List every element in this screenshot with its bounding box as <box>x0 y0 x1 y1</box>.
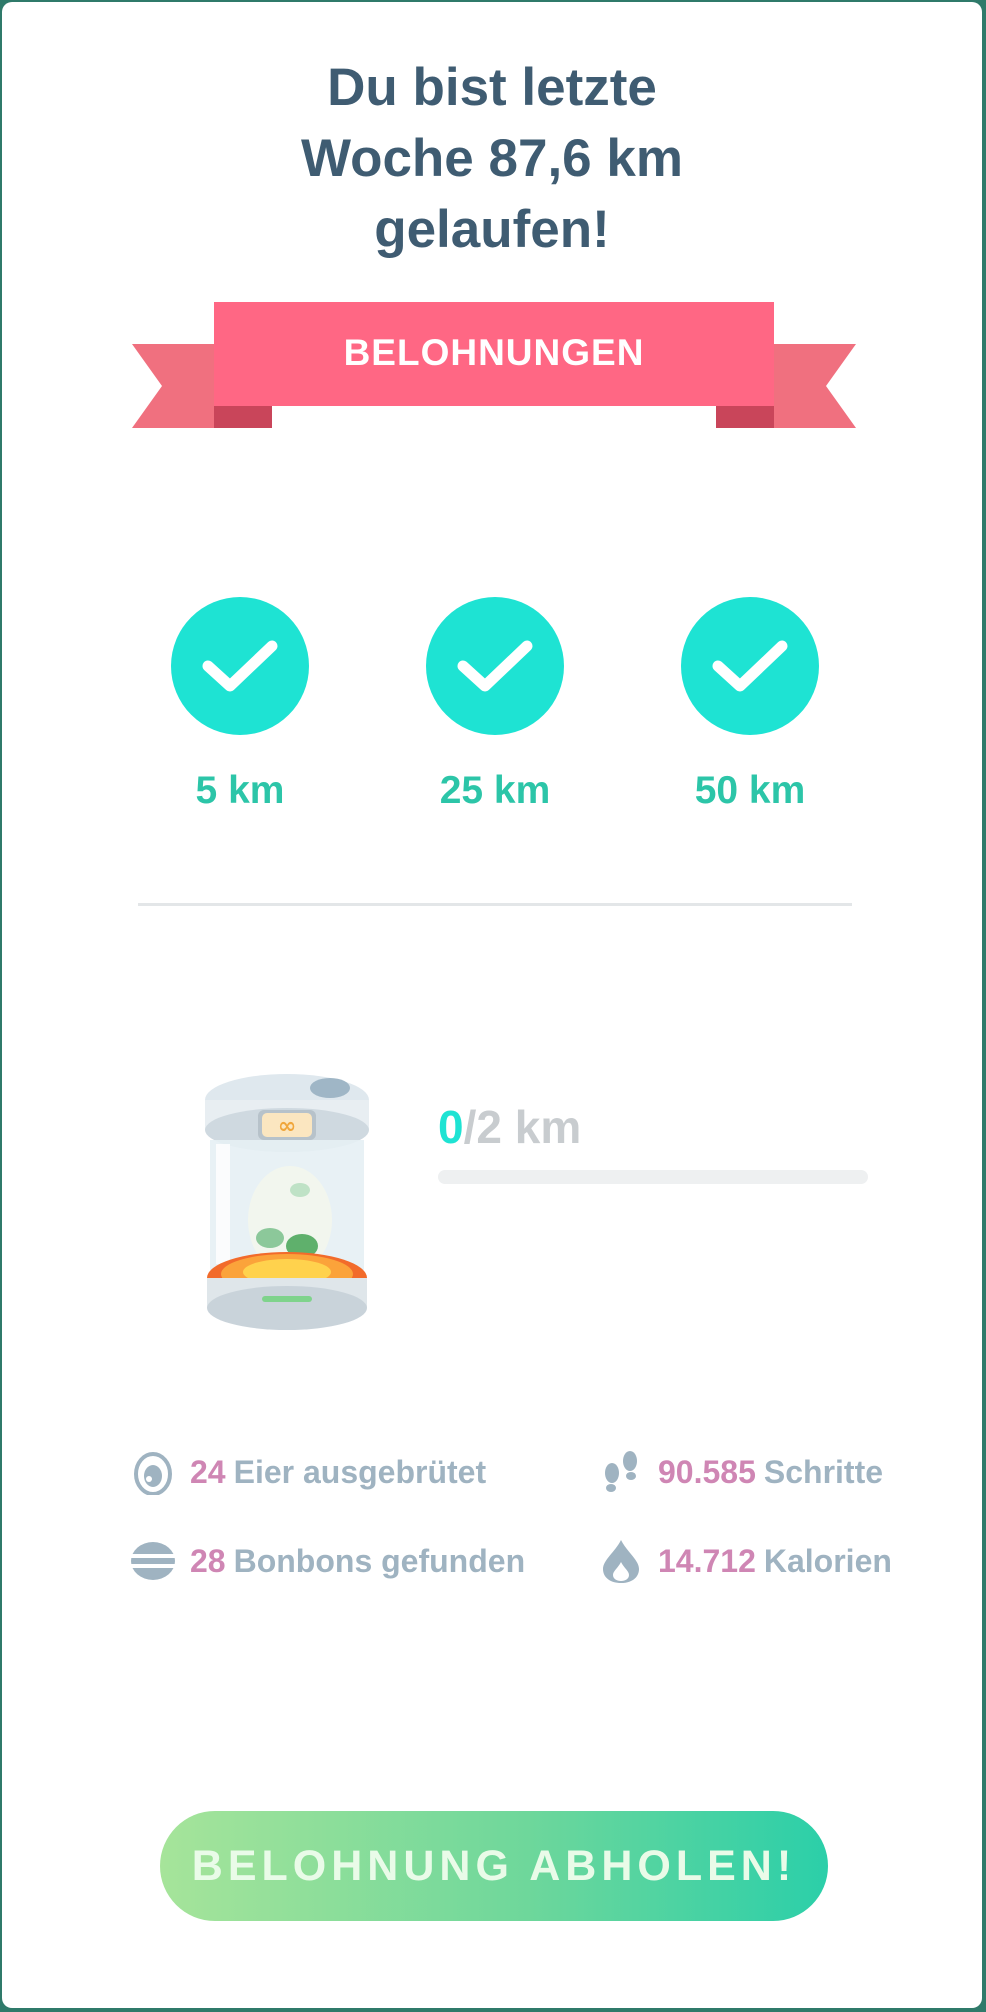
incubator-progress-current: 0 <box>438 1101 464 1153</box>
milestones-row: 5 km 25 km 50 km <box>2 597 982 827</box>
milestone-label: 50 km <box>694 769 806 812</box>
milestone-50km: 50 km <box>670 597 830 813</box>
milestone-5km: 5 km <box>160 597 320 813</box>
stat-label: Bonbons gefunden <box>233 1542 526 1579</box>
stat-value: 28 <box>190 1542 226 1579</box>
title-line-3: gelaufen! <box>374 200 610 259</box>
milestone-check-circle <box>426 597 564 735</box>
stat-candies-found: 28 Bonbons gefunden <box>130 1538 525 1584</box>
stat-value: 90.585 <box>658 1453 756 1490</box>
milestone-check-circle <box>171 597 309 735</box>
title-line-1: Du bist letzte <box>327 58 657 117</box>
flame-icon <box>598 1538 644 1584</box>
milestone-label: 5 km <box>195 769 285 812</box>
stat-value: 24 <box>190 1453 226 1490</box>
milestone-25km: 25 km <box>415 597 575 813</box>
rewards-banner-label: BELOHNUNGEN <box>343 332 645 373</box>
incubator-progress-text: 0/2 km <box>438 1100 581 1154</box>
checkmark-icon <box>457 640 533 692</box>
checkmark-icon <box>712 640 788 692</box>
claim-reward-button[interactable]: BELOHNUNG ABHOLEN! <box>160 1811 828 1921</box>
egg-incubator-icon: ∞ <box>202 1070 372 1332</box>
page-title: Du bist letzte Woche 87,6 km gelaufen! <box>2 52 982 265</box>
milestone-check-circle <box>681 597 819 735</box>
incubator-progress-total: /2 km <box>463 1101 582 1153</box>
stat-label: Kalorien <box>763 1542 892 1579</box>
incubator-progress-bar <box>438 1170 868 1184</box>
stat-calories: 14.712 Kalorien <box>598 1538 892 1584</box>
section-divider <box>138 903 852 906</box>
weekly-summary-card: Du bist letzte Woche 87,6 km gelaufen! B… <box>2 2 982 2008</box>
rewards-banner: BELOHNUNGEN <box>132 302 856 432</box>
svg-text:∞: ∞ <box>278 1114 296 1139</box>
stat-label: Eier ausgebrütet <box>233 1453 487 1490</box>
stat-steps: 90.585 Schritte <box>598 1449 883 1495</box>
footsteps-icon <box>598 1449 644 1495</box>
candy-icon <box>130 1538 176 1584</box>
stat-value: 14.712 <box>658 1542 756 1579</box>
egg-icon <box>130 1449 176 1495</box>
title-line-2: Woche 87,6 km <box>301 129 683 188</box>
stat-label: Schritte <box>763 1453 884 1490</box>
milestone-label: 25 km <box>439 769 551 812</box>
stat-eggs-hatched: 24 Eier ausgebrütet <box>130 1449 486 1495</box>
checkmark-icon <box>202 640 278 692</box>
